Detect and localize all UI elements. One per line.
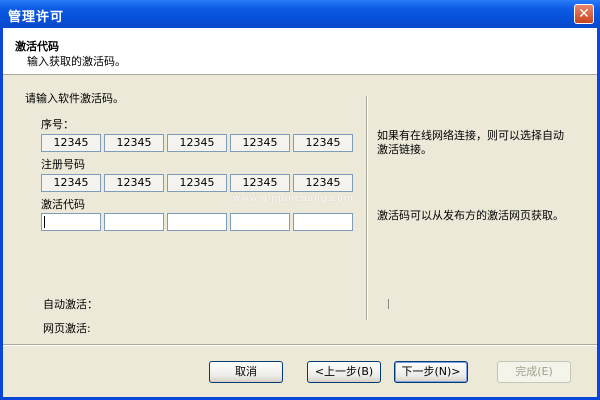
serial-field-5: 12345 — [293, 134, 353, 152]
window-title: 管理许可 — [8, 10, 65, 25]
back-button[interactable]: <上一步(B) — [307, 361, 381, 383]
serial-field-3: 12345 — [167, 134, 227, 152]
serial-field-1: 12345 — [41, 134, 101, 152]
title-bar[interactable]: 管理许可 ✕ — [0, 0, 600, 28]
header-subtitle: 输入获取的激活码。 — [27, 55, 126, 68]
serial-label: 序号： — [41, 118, 74, 131]
serial-field-4: 12345 — [230, 134, 290, 152]
footer-divider — [3, 344, 597, 346]
instruction-text: 请输入软件激活码。 — [25, 92, 124, 105]
registration-field-1: 12345 — [41, 174, 101, 192]
web-activation-note: 激活码可以从发布方的激活网页获取。 — [377, 209, 564, 222]
activation-label: 激活代码 — [41, 198, 85, 211]
cancel-button[interactable]: 取消 — [209, 361, 283, 383]
serial-field-2: 12345 — [104, 134, 164, 152]
next-button[interactable]: 下一步(N)> — [394, 361, 468, 383]
watermark-text: www.qinpinchang.com — [233, 194, 354, 204]
web-activation-label: 网页激活: — [43, 322, 91, 335]
activation-field-3[interactable] — [167, 213, 227, 231]
wizard-header: 激活代码 输入获取的激活码。 — [3, 28, 597, 75]
header-title: 激活代码 — [15, 40, 59, 53]
status-tick — [388, 299, 389, 309]
registration-field-4: 12345 — [230, 174, 290, 192]
registration-label: 注册号码 — [41, 158, 85, 171]
registration-field-2: 12345 — [104, 174, 164, 192]
registration-field-5: 12345 — [293, 174, 353, 192]
registration-field-3: 12345 — [167, 174, 227, 192]
auto-activation-note: 如果有在线网络连接，则可以选择自动激活链接。 — [377, 129, 564, 156]
dialog-window: 管理许可 ✕ 激活代码 输入获取的激活码。 请输入软件激活码。 序号： 1234… — [0, 0, 600, 400]
activation-field-4[interactable] — [230, 213, 290, 231]
close-icon[interactable]: ✕ — [574, 4, 594, 24]
finish-button[interactable]: 完成(E) — [497, 361, 571, 383]
auto-activation-label: 自动激活： — [43, 298, 98, 311]
text-caret — [44, 216, 45, 228]
column-divider — [366, 96, 368, 320]
dialog-body: 激活代码 输入获取的激活码。 请输入软件激活码。 序号： 12345 12345… — [3, 28, 597, 397]
activation-field-5[interactable] — [293, 213, 353, 231]
activation-field-2[interactable] — [104, 213, 164, 231]
activation-field-1[interactable] — [41, 213, 101, 231]
